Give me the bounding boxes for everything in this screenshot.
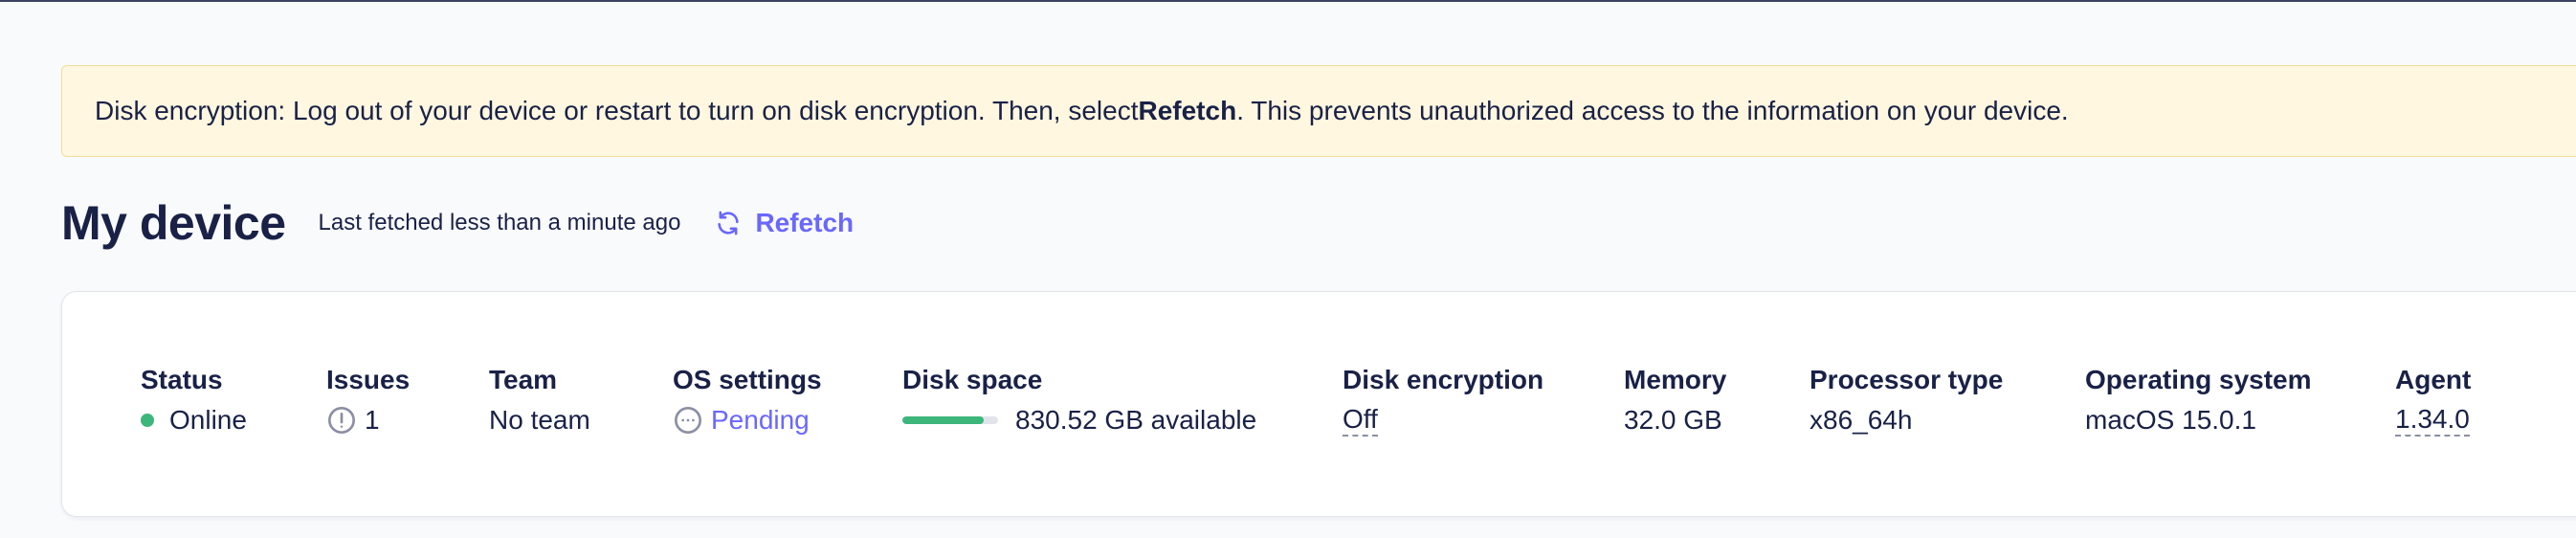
- status-value-row: Online: [141, 401, 247, 439]
- team-value: No team: [489, 405, 590, 435]
- processor-field: Processor type x86_64h: [1810, 365, 2003, 439]
- memory-label: Memory: [1624, 365, 1727, 394]
- operating-system-label: Operating system: [2085, 365, 2312, 394]
- os-settings-label: OS settings: [673, 365, 822, 394]
- disk-space-bar: [902, 416, 998, 424]
- memory-value: 32.0 GB: [1624, 405, 1722, 435]
- processor-label: Processor type: [1810, 365, 2004, 394]
- banner-text-bold: Refetch: [1138, 96, 1237, 125]
- issues-value: 1: [365, 405, 380, 435]
- disk-encryption-banner: Disk encryption: Log out of your device …: [61, 65, 2576, 157]
- disk-space-bar-fill: [902, 416, 984, 424]
- disk-encryption-value[interactable]: Off: [1343, 404, 1378, 437]
- refetch-label: Refetch: [755, 208, 855, 237]
- agent-value[interactable]: 1.34.0: [2395, 404, 2470, 437]
- disk-space-label: Disk space: [902, 365, 1043, 394]
- os-settings-field: OS settings Pending: [673, 365, 822, 439]
- processor-value: x86_64h: [1810, 405, 1913, 435]
- disk-encryption-value-row: Off: [1343, 401, 1543, 439]
- status-label: Status: [141, 365, 223, 394]
- disk-space-value-row: 830.52 GB available: [902, 401, 1256, 439]
- agent-value-row: 1.34.0: [2395, 401, 2471, 439]
- refresh-icon: [718, 211, 740, 235]
- agent-field: Agent 1.34.0: [2395, 365, 2471, 439]
- team-label: Team: [489, 365, 558, 394]
- status-field: Status Online: [141, 365, 247, 439]
- last-fetched-text: Last fetched less than a minute ago: [318, 210, 681, 235]
- status-value: Online: [169, 405, 247, 435]
- disk-space-field: Disk space 830.52 GB available: [902, 365, 1256, 439]
- team-field: Team No team: [489, 365, 590, 439]
- issues-field: Issues 1: [326, 365, 410, 439]
- exclamation-circle-icon: [326, 405, 357, 436]
- page-header: My device Last fetched less than a minut…: [61, 190, 854, 257]
- operating-system-value: macOS 15.0.1: [2085, 405, 2256, 435]
- disk-encryption-label: Disk encryption: [1343, 365, 1544, 394]
- memory-field: Memory 32.0 GB: [1624, 365, 1726, 439]
- operating-system-field: Operating system macOS 15.0.1: [2085, 365, 2312, 439]
- device-summary-card: Status Online Issues 1 Team No team OS s…: [61, 291, 2576, 517]
- issues-value-row[interactable]: 1: [326, 401, 410, 439]
- online-status-dot-icon: [141, 414, 154, 427]
- refetch-button[interactable]: Refetch: [715, 208, 854, 238]
- issues-label: Issues: [326, 365, 411, 394]
- page-title: My device: [61, 196, 286, 250]
- ellipsis-circle-icon: [673, 405, 703, 436]
- os-settings-value-row[interactable]: Pending: [673, 401, 822, 439]
- disk-encryption-field: Disk encryption Off: [1343, 365, 1543, 439]
- os-settings-value: Pending: [711, 405, 810, 435]
- banner-text-suffix: . This prevents unauthorized access to t…: [1236, 96, 2069, 125]
- agent-label: Agent: [2395, 365, 2472, 394]
- banner-text-prefix: Disk encryption: Log out of your device …: [95, 96, 1139, 125]
- disk-space-value: 830.52 GB available: [1015, 405, 1257, 435]
